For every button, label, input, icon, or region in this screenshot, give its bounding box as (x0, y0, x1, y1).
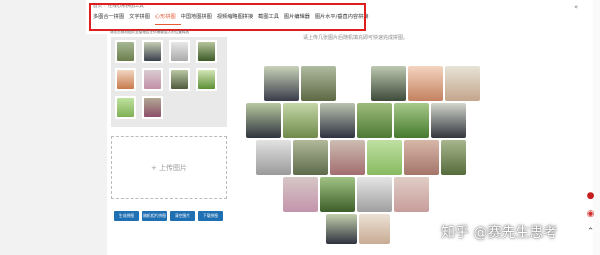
heart-tile (264, 66, 299, 101)
thumbnail[interactable] (142, 68, 163, 91)
heart-tile (283, 103, 318, 138)
scroll-up-icon[interactable]: ⌃ (584, 226, 597, 239)
heart-tile (441, 140, 466, 175)
heart-tile (256, 140, 291, 175)
thumbnail[interactable] (115, 96, 136, 119)
heart-tile (445, 66, 480, 101)
drag-hint: 请点击拖动图片至整理区在你需要插入的位置释放 (110, 30, 190, 34)
heart-tile (371, 66, 406, 101)
heart-tile (357, 103, 392, 138)
heart-tile (404, 140, 439, 175)
thumbnail[interactable] (115, 68, 136, 91)
upload-label: + 上传图片 (150, 164, 188, 172)
qq-icon[interactable]: ● (584, 190, 597, 203)
thumbnail[interactable] (169, 40, 190, 63)
thumbnail[interactable] (115, 40, 136, 63)
heart-tile (367, 140, 402, 175)
thumbnail[interactable] (142, 40, 163, 63)
thumbnail-area (111, 37, 227, 127)
heart-tile (293, 140, 328, 175)
highlight-box (89, 3, 366, 31)
download-collage-button[interactable]: 下载拼图 (198, 211, 223, 221)
tip-text: 请上传几张图片后随机填充即可快速完成拼图。 (303, 35, 409, 41)
weibo-icon[interactable]: ◉ (584, 208, 597, 221)
thumbnail[interactable] (142, 96, 163, 119)
heart-tile (320, 177, 355, 212)
generate-collage-button[interactable]: 生成拼图 (114, 211, 139, 221)
thumbnail[interactable] (196, 40, 217, 63)
random-collage-button[interactable]: 随机相片拼图 (142, 211, 167, 221)
heart-tile (431, 103, 466, 138)
heart-tile (394, 103, 429, 138)
clear-images-button[interactable]: 清空图片 (170, 211, 195, 221)
heart-tile (326, 214, 357, 244)
heart-tile (246, 103, 281, 138)
thumbnail[interactable] (169, 68, 190, 91)
heart-tile (408, 66, 443, 101)
action-buttons: 生成拼图 随机相片拼图 清空图片 下载拼图 (114, 211, 223, 221)
heart-tile (301, 66, 336, 101)
heart-tile (330, 140, 365, 175)
heart-tile (394, 177, 429, 212)
thumbnail[interactable] (196, 68, 217, 91)
collapse-icon[interactable]: « (574, 3, 578, 11)
watermark: 知乎 @赛先生思考 (441, 225, 558, 241)
heart-tile (357, 177, 392, 212)
heart-tile (320, 103, 355, 138)
upload-dropzone[interactable]: + 上传图片 (111, 136, 227, 199)
heart-tile (283, 177, 318, 212)
heart-tile (359, 214, 390, 244)
